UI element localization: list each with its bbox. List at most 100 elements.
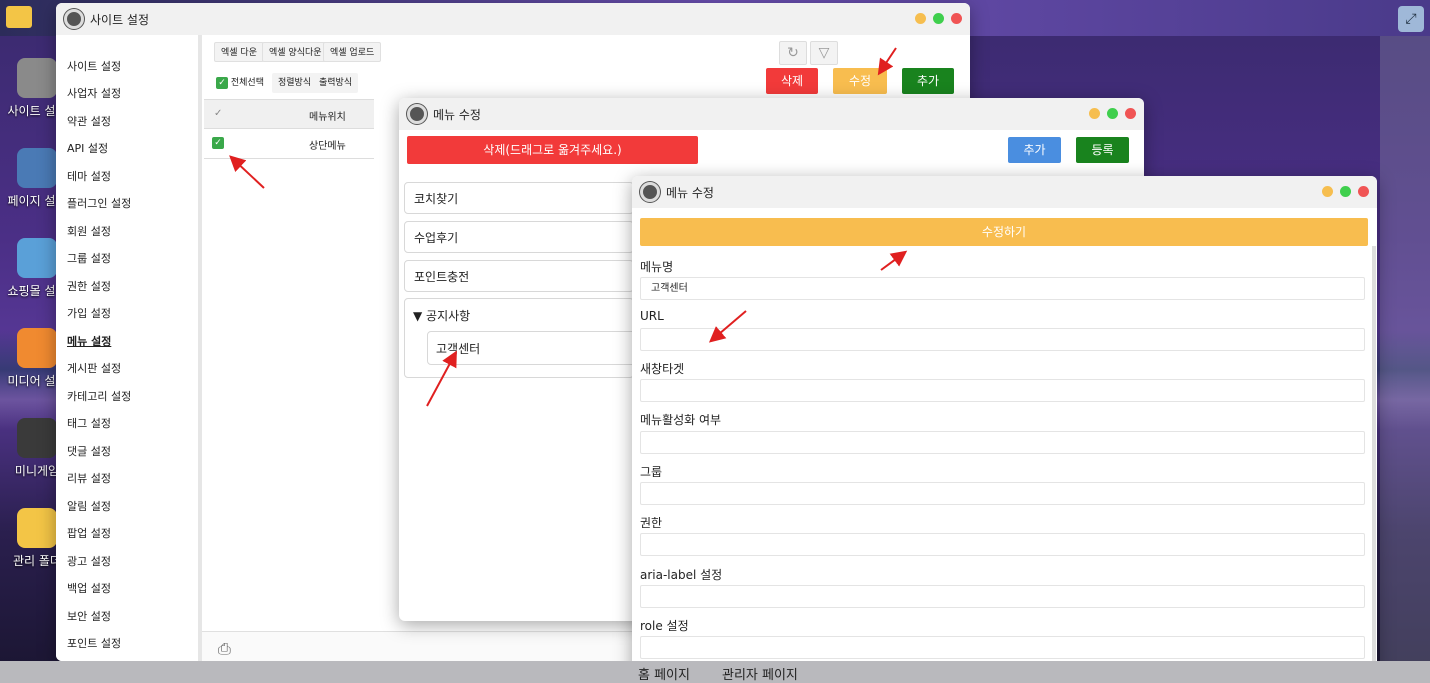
group-input[interactable] — [640, 482, 1365, 505]
maximize-button[interactable] — [1107, 108, 1118, 119]
delete-button[interactable]: 삭제 — [766, 68, 818, 94]
taskbar-admin[interactable]: 관리자 페이지 — [722, 664, 798, 683]
field-label-permission: 권한 — [640, 516, 663, 530]
minimize-button[interactable] — [1089, 108, 1100, 119]
permission-input[interactable] — [640, 533, 1365, 556]
taskbar-home[interactable]: 홈 페이지 — [638, 664, 690, 683]
sidebar-item-menu[interactable]: 메뉴 설정 — [67, 333, 111, 349]
close-button[interactable] — [1358, 186, 1369, 197]
close-button[interactable] — [1125, 108, 1136, 119]
sidebar-item-comment[interactable]: 댓글 설정 — [67, 443, 111, 459]
gear-icon — [64, 9, 84, 29]
folder-icon[interactable] — [6, 6, 32, 28]
sidebar-item-group[interactable]: 그룹 설정 — [67, 250, 111, 266]
close-button[interactable] — [951, 13, 962, 24]
menu-group[interactable]: ▼ 공지사항 고객센터 — [404, 298, 637, 378]
excel-upload-button[interactable]: 엑셀 업로드 — [323, 42, 382, 62]
sidebar-item-tag[interactable]: 태그 설정 — [67, 415, 111, 431]
menu-item[interactable]: 포인트충전 — [404, 260, 634, 292]
menu-group-label[interactable]: ▼ 공지사항 — [413, 307, 470, 324]
scrollbar[interactable] — [1372, 246, 1376, 676]
sidebar-item-point[interactable]: 포인트 설정 — [67, 635, 121, 651]
sidebar-item-theme[interactable]: 테마 설정 — [67, 168, 111, 184]
field-label-url: URL — [640, 309, 664, 323]
sidebar-item-ads[interactable]: 광고 설정 — [67, 553, 111, 569]
sidebar-item-business[interactable]: 사업자 설정 — [67, 85, 121, 101]
minimize-button[interactable] — [915, 13, 926, 24]
sidebar-item-backup[interactable]: 백업 설정 — [67, 580, 111, 596]
gear-icon — [640, 182, 660, 202]
table-header: ✓ 메뉴위치 — [204, 99, 374, 129]
gear-icon — [17, 58, 57, 98]
field-label-active: 메뉴활성화 여부 — [640, 413, 722, 427]
add-menu-button[interactable]: 추가 — [1008, 137, 1061, 163]
desktop-right-panel — [1380, 36, 1430, 661]
sidebar-item-category[interactable]: 카테고리 설정 — [67, 388, 131, 404]
sidebar-item-notification[interactable]: 알림 설정 — [67, 498, 111, 514]
titlebar[interactable]: 메뉴 수정 — [632, 176, 1377, 208]
folder-icon — [17, 508, 57, 548]
sidebar-item-site[interactable]: 사이트 설정 — [67, 58, 121, 74]
table-row[interactable]: ✓ 상단메뉴 — [204, 129, 374, 159]
menu-child-item[interactable]: 고객센터 — [427, 331, 637, 365]
sidebar-item-terms[interactable]: 약관 설정 — [67, 113, 111, 129]
window-title: 사이트 설정 — [90, 13, 150, 27]
sidebar-item-api[interactable]: API 설정 — [67, 140, 108, 156]
sidebar-item-board[interactable]: 게시판 설정 — [67, 360, 121, 376]
maximize-button[interactable] — [933, 13, 944, 24]
table-cell: 상단메뉴 — [309, 141, 346, 152]
window-title: 메뉴 수정 — [666, 186, 714, 200]
gamepad-icon — [17, 418, 57, 458]
field-label-aria: aria-label 설정 — [640, 568, 723, 582]
sidebar-item-signup[interactable]: 가입 설정 — [67, 305, 111, 321]
mall-icon — [17, 238, 57, 278]
field-label-menu-name: 메뉴명 — [640, 260, 674, 274]
sidebar-item-member[interactable]: 회원 설정 — [67, 223, 111, 239]
sidebar-item-security[interactable]: 보안 설정 — [67, 608, 111, 624]
field-label-group: 그룹 — [640, 465, 663, 479]
select-all-checkbox[interactable]: ✓ 전체선택 — [216, 75, 264, 89]
sidebar-item-plugin[interactable]: 플러그인 설정 — [67, 195, 131, 211]
add-button[interactable]: 추가 — [902, 68, 954, 94]
refresh-icon[interactable]: ↻ — [779, 41, 807, 65]
row-checkbox[interactable]: ✓ — [212, 137, 224, 149]
sidebar-item-permission[interactable]: 권한 설정 — [67, 278, 111, 294]
delete-drop-zone[interactable]: 삭제(드래그로 옮겨주세요.) — [407, 136, 698, 164]
menu-item[interactable]: 수업후기 — [404, 221, 634, 253]
field-label-target: 새창타겟 — [640, 362, 685, 376]
register-button[interactable]: 등록 — [1076, 137, 1129, 163]
role-input[interactable] — [640, 636, 1365, 659]
titlebar[interactable]: 사이트 설정 — [56, 3, 970, 35]
sidebar-item-review[interactable]: 리뷰 설정 — [67, 470, 111, 486]
excel-template-download-button[interactable]: 엑셀 양식다운 — [262, 42, 329, 62]
expand-icon[interactable]: ⤢ — [1398, 6, 1424, 32]
edit-button[interactable]: 수정 — [833, 68, 887, 94]
field-label-role: role 설정 — [640, 619, 689, 633]
check-column-icon: ✓ — [214, 108, 223, 119]
minimize-button[interactable] — [1322, 186, 1333, 197]
output-option-button[interactable]: 출력방식 — [313, 73, 359, 93]
sort-option-button[interactable]: 정렬방식 — [272, 73, 318, 93]
menu-name-input[interactable]: 고객센터 — [640, 277, 1365, 300]
media-icon — [17, 328, 57, 368]
active-input[interactable] — [640, 431, 1365, 454]
sidebar-item-popup[interactable]: 팝업 설정 — [67, 525, 111, 541]
url-input[interactable] — [640, 328, 1365, 351]
target-input[interactable] — [640, 379, 1365, 402]
sidebar: 사이트 설정 사업자 설정 약관 설정 API 설정 테마 설정 플러그인 설정… — [56, 35, 202, 661]
menu-item[interactable]: 코치찾기 — [404, 182, 634, 214]
excel-download-button[interactable]: 엑셀 다운 — [214, 42, 264, 62]
window-title: 메뉴 수정 — [433, 108, 481, 122]
maximize-button[interactable] — [1340, 186, 1351, 197]
select-all-label: 전체선택 — [230, 78, 264, 88]
aria-label-input[interactable] — [640, 585, 1365, 608]
submit-edit-button[interactable]: 수정하기 — [640, 218, 1368, 246]
monitor-icon — [17, 148, 57, 188]
filter-icon[interactable]: ▽ — [810, 41, 838, 65]
printer-icon[interactable]: ⎙ — [218, 639, 231, 659]
gear-icon — [407, 104, 427, 124]
taskbar: 홈 페이지 관리자 페이지 — [0, 661, 1430, 683]
column-header-menu-position[interactable]: 메뉴위치 — [309, 108, 346, 123]
titlebar[interactable]: 메뉴 수정 — [399, 98, 1144, 130]
menu-edit-form-window: 메뉴 수정 수정하기 메뉴명 고객센터 URL 새창타겟 메뉴활성화 여부 그룹… — [632, 176, 1377, 683]
